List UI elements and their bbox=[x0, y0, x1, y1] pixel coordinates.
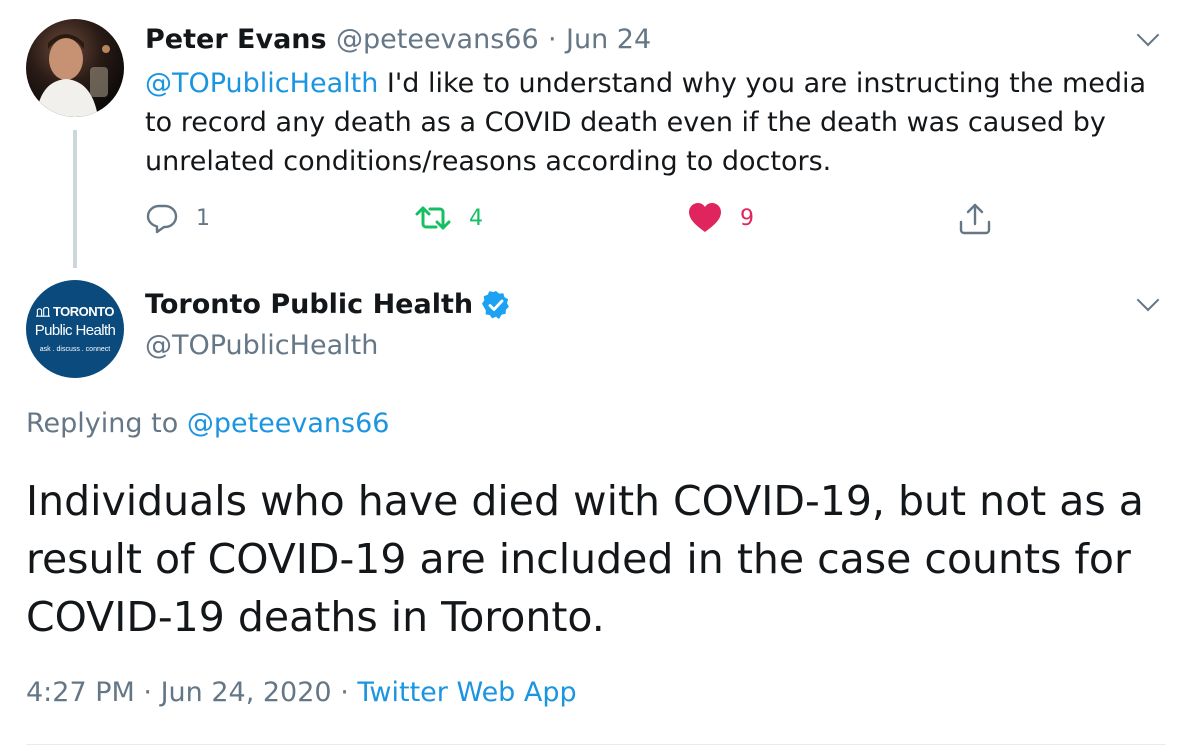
reply-icon bbox=[146, 204, 178, 234]
reply-button[interactable]: 1 bbox=[146, 202, 210, 234]
tweet-footer: 4:27 PM · Jun 24, 2020 · Twitter Web App bbox=[26, 677, 577, 708]
tweet-time[interactable]: 4:27 PM bbox=[26, 677, 135, 708]
retweet-count: 4 bbox=[469, 205, 483, 231]
parent-tweet-text: @TOPublicHealth I'd like to understand w… bbox=[145, 64, 1155, 181]
tweet-date[interactable]: Jun 24 bbox=[566, 24, 651, 55]
retweet-button[interactable]: 4 bbox=[415, 202, 483, 234]
logo-line-1: TORONTO bbox=[52, 304, 115, 319]
retweet-icon bbox=[415, 206, 451, 230]
logo-line-3: ask . discuss . connect bbox=[39, 346, 111, 353]
replying-prefix: Replying to bbox=[26, 408, 187, 439]
tweet-source-link[interactable]: Twitter Web App bbox=[357, 677, 576, 708]
separator: · bbox=[548, 24, 557, 55]
replying-to: Replying to @peteevans66 bbox=[26, 408, 389, 439]
like-button[interactable]: 9 bbox=[688, 202, 754, 234]
chevron-down-icon[interactable] bbox=[1136, 23, 1160, 47]
tweet-full-date[interactable]: Jun 24, 2020 bbox=[161, 677, 332, 708]
replying-handle-link[interactable]: @peteevans66 bbox=[187, 408, 390, 439]
thread-line bbox=[73, 130, 77, 268]
author-name[interactable]: Toronto Public Health bbox=[145, 289, 473, 320]
city-hall-icon bbox=[36, 306, 50, 317]
logo-line-2: Public Health bbox=[34, 322, 116, 339]
mention-link[interactable]: @TOPublicHealth bbox=[145, 68, 378, 99]
share-button[interactable] bbox=[958, 202, 992, 236]
reply-count: 1 bbox=[196, 205, 210, 231]
share-icon bbox=[959, 203, 991, 235]
avatar-photo bbox=[36, 34, 110, 117]
avatar-peter-evans[interactable] bbox=[26, 19, 124, 117]
toronto-logo: TORONTO bbox=[36, 304, 115, 319]
chevron-down-icon[interactable] bbox=[1136, 288, 1160, 312]
author-name[interactable]: Peter Evans bbox=[145, 24, 327, 55]
separator: · bbox=[340, 677, 349, 708]
parent-tweet-header: Peter Evans @peteevans66 · Jun 24 bbox=[145, 24, 651, 55]
like-count: 9 bbox=[740, 205, 754, 231]
divider bbox=[26, 744, 1166, 745]
verified-badge-icon bbox=[482, 290, 509, 319]
main-tweet-header: Toronto Public Health bbox=[145, 289, 511, 320]
main-tweet-text: Individuals who have died with COVID-19,… bbox=[26, 477, 1144, 641]
author-handle[interactable]: @TOPublicHealth bbox=[145, 330, 378, 361]
separator: · bbox=[143, 677, 152, 708]
author-handle[interactable]: @peteevans66 bbox=[336, 24, 539, 55]
heart-icon bbox=[689, 203, 721, 232]
avatar-toronto-public-health[interactable]: TORONTO Public Health ask . discuss . co… bbox=[26, 280, 124, 378]
